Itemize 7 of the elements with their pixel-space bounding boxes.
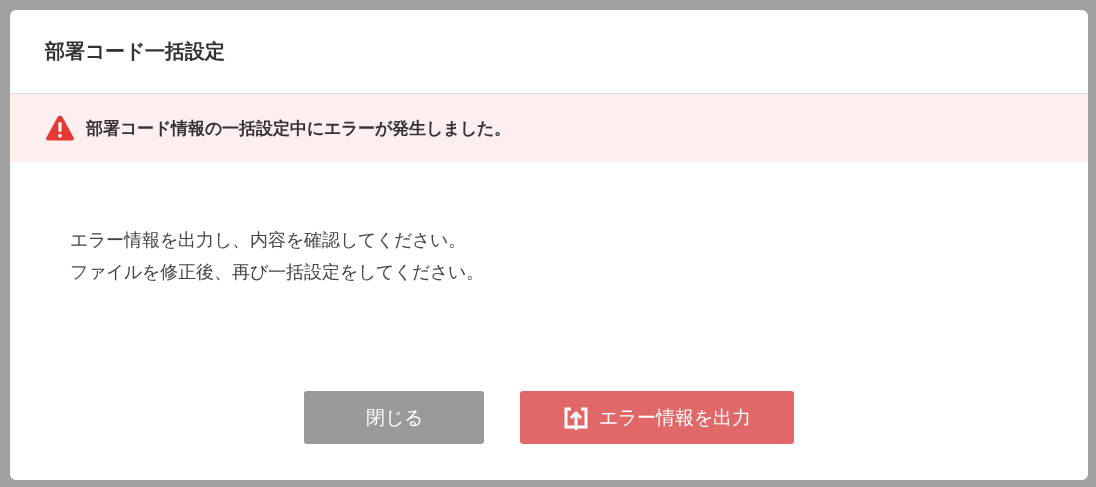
export-button[interactable]: エラー情報を出力	[520, 391, 794, 444]
dialog-title: 部署コード一括設定	[45, 38, 225, 65]
body-text: ファイルを修正後、再び一括設定をしてください。	[70, 260, 485, 284]
close-button[interactable]: 閉じる	[304, 391, 484, 444]
warning-icon	[45, 114, 75, 142]
body-text: エラー情報を出力し、内容を確認してください。	[70, 228, 467, 252]
error-message: 部署コード情報の一括設定中にエラーが発生しました。	[86, 116, 511, 140]
